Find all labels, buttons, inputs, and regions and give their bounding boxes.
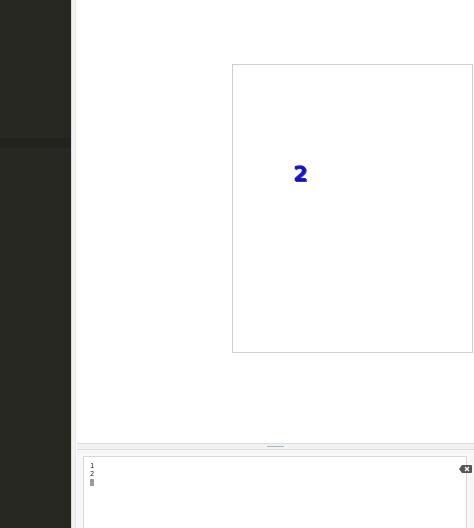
clear-console-button[interactable] (459, 458, 472, 473)
glyph-secondary: 2 (294, 163, 309, 187)
sidebar-selected-band[interactable] (0, 138, 71, 148)
app-window: 2 2 1 2 (0, 0, 474, 528)
canvas-page[interactable]: 2 2 (232, 64, 473, 353)
sidebar-resize-handle[interactable] (71, 0, 147, 528)
console-area: 1 2 (77, 450, 474, 528)
editor-area: 2 2 (77, 0, 474, 443)
console-output[interactable]: 1 2 (83, 456, 467, 528)
backspace-icon (459, 465, 472, 473)
panel-splitter[interactable] (77, 443, 474, 450)
console-line: 1 (90, 462, 95, 470)
glyph-drawing: 2 2 (293, 162, 309, 187)
console-line: 2 (90, 470, 95, 478)
splitter-grip-icon[interactable] (267, 446, 284, 448)
console-cursor[interactable] (90, 478, 94, 486)
console-lines: 1 2 (90, 462, 94, 486)
sidebar (0, 0, 71, 528)
